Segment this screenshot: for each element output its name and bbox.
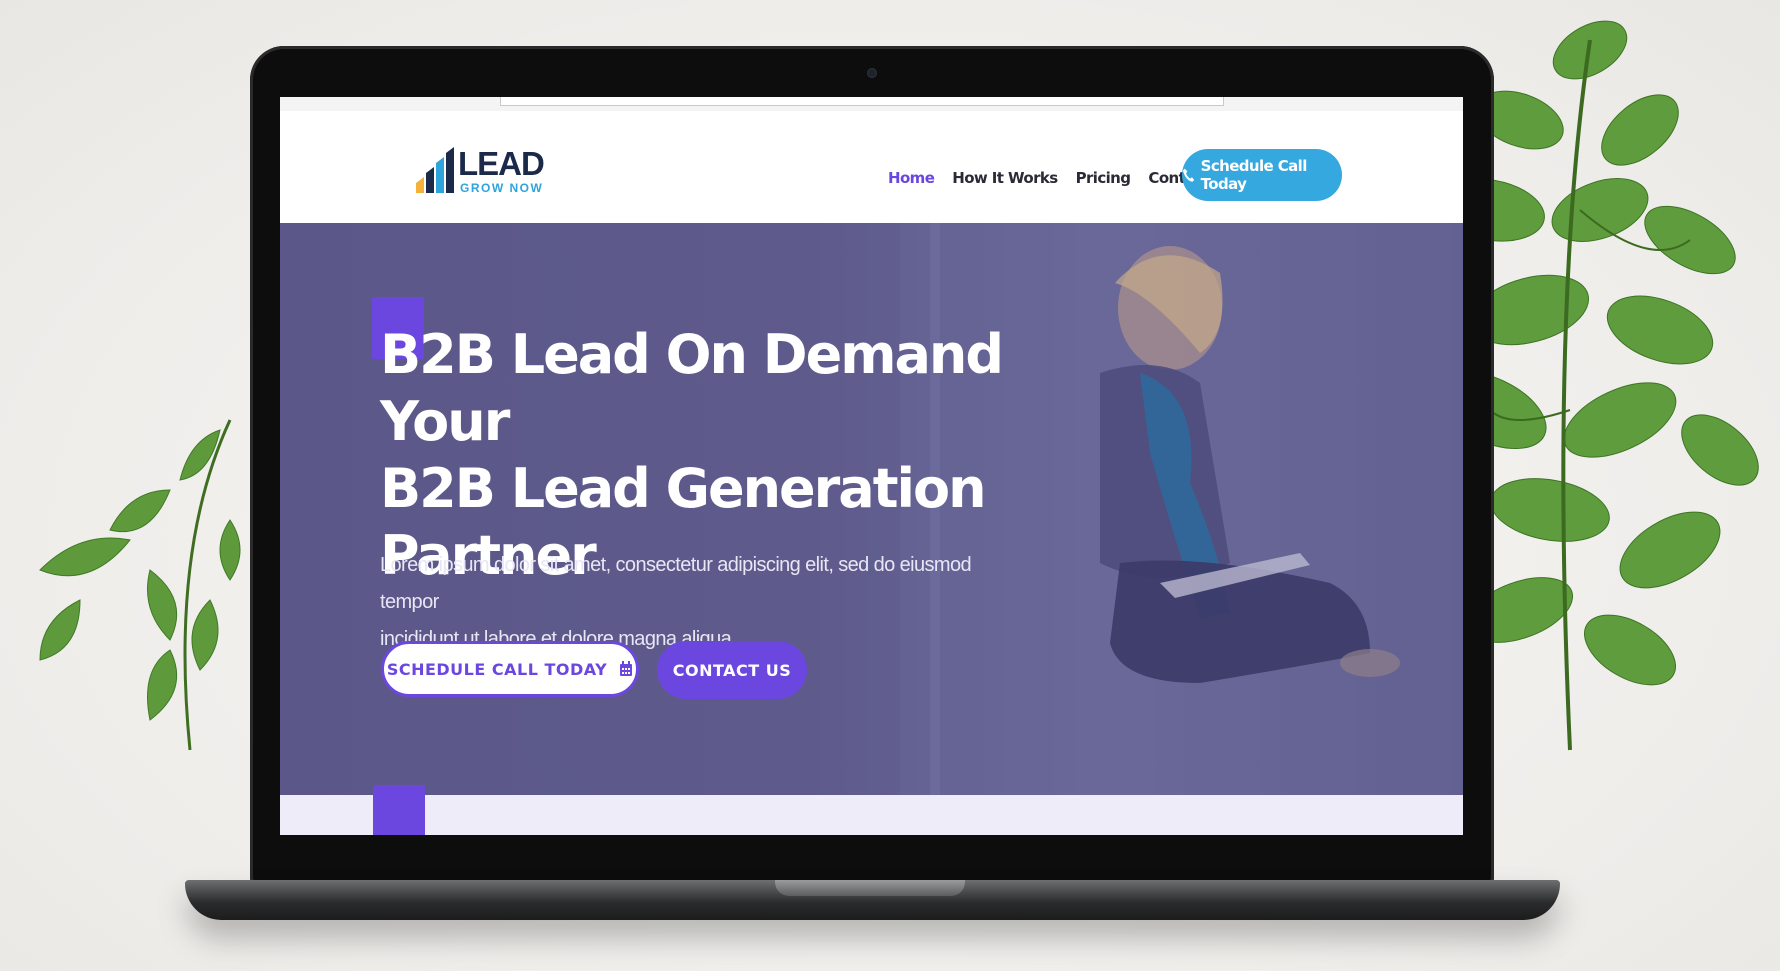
site-header: LEAD GROW NOW Home How It Works Pricing … xyxy=(280,111,1463,223)
contact-us-button[interactable]: CONTACT US xyxy=(657,641,807,699)
schedule-call-header-button[interactable]: Schedule Call Today xyxy=(1182,149,1342,201)
laptop-screen: LEAD GROW NOW Home How It Works Pricing … xyxy=(280,97,1463,835)
browser-toolbar xyxy=(280,97,1463,112)
logo-wordmark: LEAD xyxy=(458,145,545,182)
logo-bars-icon xyxy=(416,147,454,193)
plant-left-image xyxy=(39,419,241,751)
hero-title-line-1: B2B Lead On Demand Your xyxy=(380,323,1004,453)
schedule-call-today-button[interactable]: SCHEDULE CALL TODAY xyxy=(381,641,639,697)
schedule-call-today-label: SCHEDULE CALL TODAY xyxy=(386,659,608,679)
logo-tagline: GROW NOW xyxy=(460,181,544,195)
calendar-icon xyxy=(620,661,633,676)
nav-pricing[interactable]: Pricing xyxy=(1076,169,1131,193)
lead-logo[interactable]: LEAD GROW NOW xyxy=(414,141,545,197)
contact-us-label: CONTACT US xyxy=(672,660,792,680)
webcam-icon xyxy=(867,68,877,78)
address-bar[interactable] xyxy=(500,97,1224,106)
next-section-strip xyxy=(280,785,1463,835)
laptop-opening-notch xyxy=(775,880,965,896)
hero-description-line-1: Lorem ipsum dolor sit amet, consectetur … xyxy=(380,554,972,613)
hero-section: B2B Lead On Demand Your B2B Lead Generat… xyxy=(280,223,1463,795)
hero-title-line-2: B2B Lead Generation xyxy=(380,457,987,520)
phone-icon xyxy=(1182,168,1195,182)
nav-home[interactable]: Home xyxy=(888,169,935,193)
section-accent-square xyxy=(373,785,425,835)
nav-how-it-works[interactable]: How It Works xyxy=(952,169,1058,193)
schedule-call-header-label: Schedule Call Today xyxy=(1200,157,1308,193)
